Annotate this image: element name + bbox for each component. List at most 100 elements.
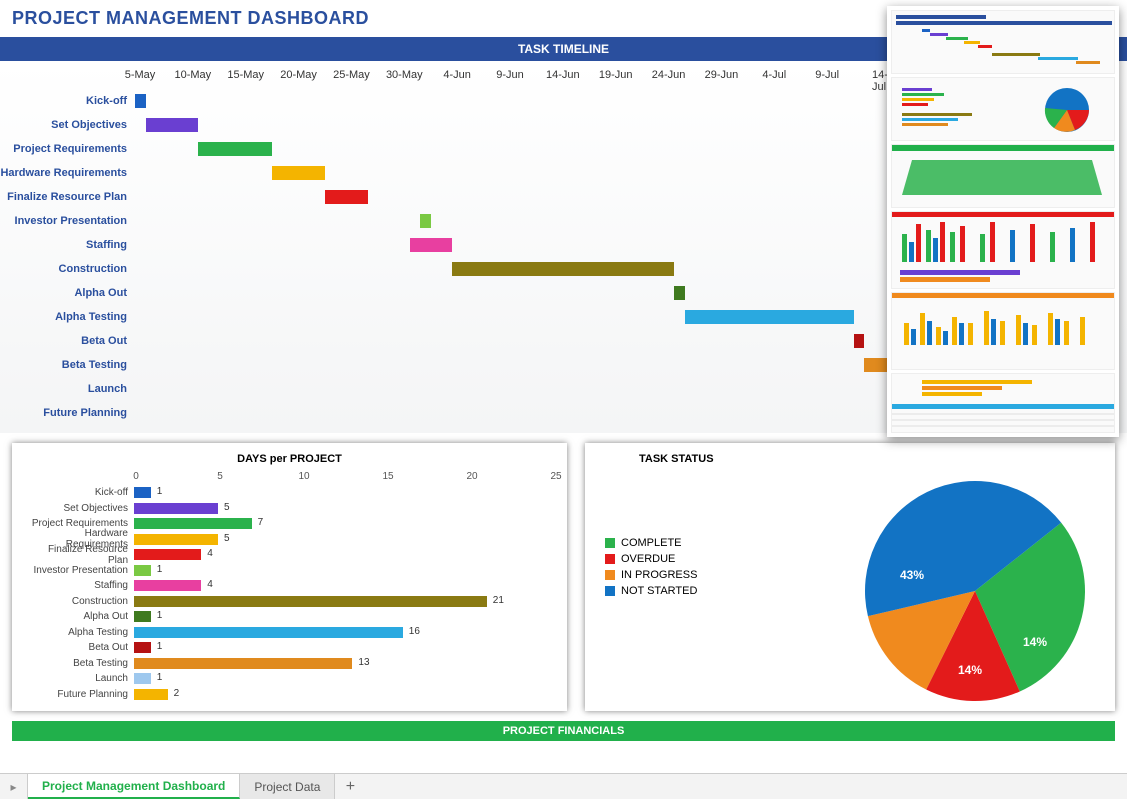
- gantt-task-label: Alpha Testing: [0, 311, 135, 323]
- days-value: 5: [224, 502, 230, 513]
- days-label: Set Objectives: [26, 503, 134, 514]
- tab-project-data[interactable]: Project Data: [240, 774, 335, 799]
- days-value: 7: [258, 517, 264, 528]
- days-bar: 4: [134, 549, 201, 560]
- gantt-task-label: Beta Testing: [0, 359, 135, 371]
- gantt-x-axis: 5-May10-May15-May20-May25-May30-May4-Jun…: [140, 69, 880, 89]
- days-bar: 5: [134, 503, 218, 514]
- task-status-card: TASK STATUS COMPLETE OVERDUE IN PROGRESS…: [585, 443, 1115, 711]
- legend-inprogress: IN PROGRESS: [621, 569, 697, 581]
- days-x-axis: 0510152025: [136, 471, 556, 485]
- days-bar: 1: [134, 487, 151, 498]
- gantt-task-label: Hardware Requirements: [0, 167, 135, 179]
- gantt-bar: [146, 118, 199, 132]
- days-value: 1: [157, 641, 163, 652]
- days-bar: 13: [134, 658, 352, 669]
- gantt-task-label: Staffing: [0, 239, 135, 251]
- days-row: Construction21: [26, 594, 553, 610]
- days-bar: 16: [134, 627, 403, 638]
- days-bar: 1: [134, 611, 151, 622]
- days-value: 13: [358, 657, 369, 668]
- gantt-task-label: Investor Presentation: [0, 215, 135, 227]
- days-row: Staffing4: [26, 578, 553, 594]
- sheet-tabs: ▸ Project Management Dashboard Project D…: [0, 773, 1127, 799]
- days-row: Alpha Out1: [26, 609, 553, 625]
- status-title: TASK STATUS: [599, 453, 1101, 465]
- days-row: Alpha Testing16: [26, 625, 553, 641]
- days-bar: 1: [134, 673, 151, 684]
- days-bar: 1: [134, 642, 151, 653]
- thumbnail[interactable]: [891, 211, 1115, 289]
- gantt-bar: [198, 142, 272, 156]
- tab-scroll-icon[interactable]: ▸: [0, 774, 28, 799]
- thumbnail[interactable]: [891, 10, 1115, 74]
- days-value: 1: [157, 564, 163, 575]
- days-row: Kick-off1: [26, 485, 553, 501]
- gantt-bar: [685, 310, 854, 324]
- status-legend: COMPLETE OVERDUE IN PROGRESS NOT STARTED: [605, 533, 697, 601]
- thumbnail[interactable]: [891, 373, 1115, 433]
- days-per-project-card: DAYS per PROJECT 0510152025 Kick-off1Set…: [12, 443, 567, 711]
- pie-chart: 43% 14% 14%: [825, 473, 1125, 718]
- gantt-task-label: Future Planning: [0, 407, 135, 419]
- legend-overdue: OVERDUE: [621, 553, 675, 565]
- preview-thumbnail-panel[interactable]: [887, 6, 1119, 437]
- gantt-task-label: Alpha Out: [0, 287, 135, 299]
- days-label: Finalize Resource Plan: [26, 544, 134, 566]
- legend-notstarted: NOT STARTED: [621, 585, 697, 597]
- gantt-task-label: Set Objectives: [0, 119, 135, 131]
- days-row: Launch1: [26, 671, 553, 687]
- days-label: Kick-off: [26, 487, 134, 498]
- financials-header: PROJECT FINANCIALS: [12, 721, 1115, 741]
- gantt-bar: [325, 190, 367, 204]
- days-bar: 7: [134, 518, 252, 529]
- gantt-task-label: Project Requirements: [0, 143, 135, 155]
- days-row: Beta Testing13: [26, 656, 553, 672]
- days-bar: 21: [134, 596, 487, 607]
- days-label: Beta Out: [26, 642, 134, 653]
- days-row: Investor Presentation1: [26, 563, 553, 579]
- gantt-bar: [410, 238, 452, 252]
- days-label: Staffing: [26, 580, 134, 591]
- days-row: Set Objectives5: [26, 501, 553, 517]
- days-value: 1: [157, 672, 163, 683]
- days-label: Alpha Out: [26, 611, 134, 622]
- days-value: 2: [174, 688, 180, 699]
- days-label: Future Planning: [26, 689, 134, 700]
- gantt-task-label: Beta Out: [0, 335, 135, 347]
- days-row: Beta Out1: [26, 640, 553, 656]
- days-bar: 2: [134, 689, 168, 700]
- days-value: 4: [207, 548, 213, 559]
- days-label: Beta Testing: [26, 658, 134, 669]
- gantt-bar: [272, 166, 325, 180]
- days-label: Alpha Testing: [26, 627, 134, 638]
- days-value: 5: [224, 533, 230, 544]
- gantt-task-label: Construction: [0, 263, 135, 275]
- gantt-task-label: Launch: [0, 383, 135, 395]
- days-row: Finalize Resource Plan4: [26, 547, 553, 563]
- gantt-bar: [135, 94, 146, 108]
- days-bar: 5: [134, 534, 218, 545]
- tab-dashboard[interactable]: Project Management Dashboard: [28, 774, 240, 799]
- days-row: Future Planning2: [26, 687, 553, 703]
- days-value: 1: [157, 486, 163, 497]
- days-bar: 1: [134, 565, 151, 576]
- legend-complete: COMPLETE: [621, 537, 682, 549]
- gantt-task-label: Kick-off: [0, 95, 135, 107]
- add-sheet-button[interactable]: +: [335, 774, 365, 799]
- days-rows: Kick-off1Set Objectives5Project Requirem…: [26, 485, 553, 702]
- days-bar: 4: [134, 580, 201, 591]
- days-value: 4: [207, 579, 213, 590]
- gantt-bar: [854, 334, 865, 348]
- thumbnail[interactable]: [891, 77, 1115, 141]
- thumbnail[interactable]: [891, 292, 1115, 370]
- gantt-task-label: Finalize Resource Plan: [0, 191, 135, 203]
- gantt-bar: [420, 214, 431, 228]
- thumbnail[interactable]: [891, 144, 1115, 208]
- days-value: 21: [493, 595, 504, 606]
- days-title: DAYS per PROJECT: [26, 453, 553, 465]
- days-label: Construction: [26, 596, 134, 607]
- days-value: 16: [409, 626, 420, 637]
- days-value: 1: [157, 610, 163, 621]
- days-label: Launch: [26, 673, 134, 684]
